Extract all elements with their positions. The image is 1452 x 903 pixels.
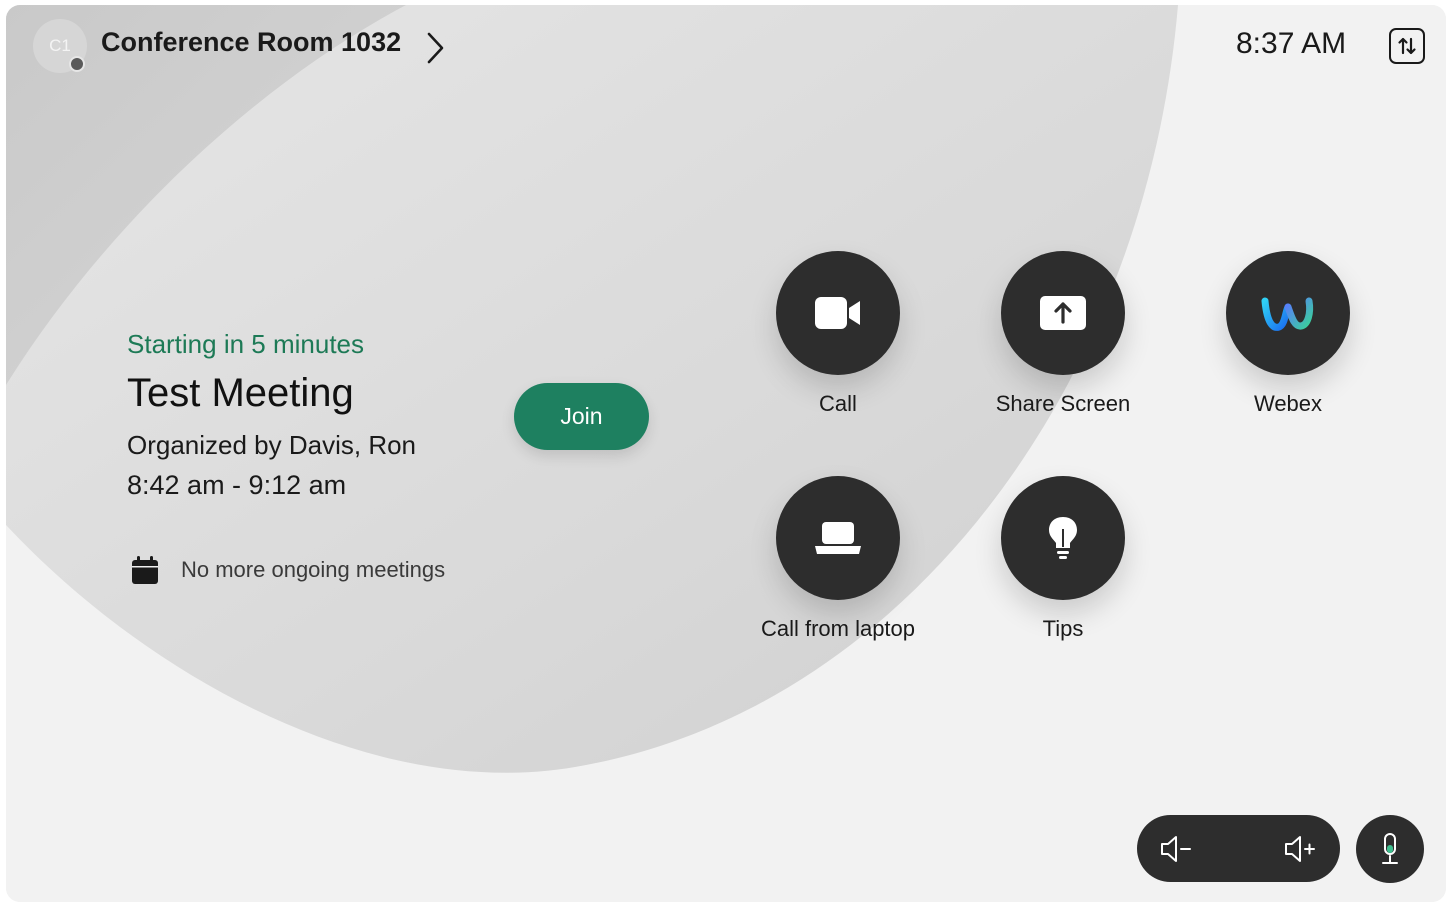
microphone-button[interactable] [1356, 815, 1424, 883]
calendar-icon [132, 556, 158, 584]
lightbulb-icon [1049, 517, 1077, 559]
avatar-initials: C1 [49, 36, 71, 55]
meeting-time-range: 8:42 am - 9:12 am [127, 470, 347, 500]
call-from-laptop-label: Call from laptop [760, 616, 916, 641]
join-button[interactable]: Join [514, 383, 649, 450]
microphone-icon [1382, 833, 1398, 864]
share-screen-tile[interactable]: Share Screen [943, 251, 1183, 417]
webex-tile[interactable]: Webex [1168, 251, 1408, 417]
room-name[interactable]: Conference Room 1032 [101, 27, 401, 58]
volume-down-icon[interactable] [1159, 834, 1193, 864]
laptop-icon [815, 522, 861, 554]
meeting-status: Starting in 5 minutes [127, 329, 365, 359]
tips-label: Tips [1042, 616, 1084, 641]
touch-panel-screen: C1 Conference Room 1032 8:37 AM Starting… [6, 5, 1446, 902]
control-panel-button[interactable] [1389, 28, 1425, 64]
volume-up-icon[interactable] [1283, 834, 1317, 864]
call-tile[interactable]: Call [718, 251, 958, 417]
webex-logo-icon [1261, 297, 1314, 331]
volume-control [1137, 815, 1340, 882]
webex-button[interactable] [1226, 251, 1350, 375]
sort-arrows-icon [1398, 37, 1416, 55]
call-from-laptop-tile[interactable]: Call from laptop [718, 476, 958, 642]
clock: 8:37 AM [1236, 27, 1347, 60]
call-button[interactable] [776, 251, 900, 375]
video-camera-icon [815, 297, 860, 329]
status-clock-badge [69, 56, 85, 72]
share-screen-button[interactable] [1001, 251, 1125, 375]
share-screen-label: Share Screen [995, 391, 1131, 416]
meeting-organizer: Organized by Davis, Ron [127, 430, 417, 460]
tips-tile[interactable]: Tips [943, 476, 1183, 642]
webex-label: Webex [1253, 391, 1323, 416]
share-screen-icon [1040, 296, 1086, 330]
no-more-meetings-text: No more ongoing meetings [181, 557, 446, 582]
tips-button[interactable] [1001, 476, 1125, 600]
call-label: Call [819, 391, 857, 416]
chevron-right-icon[interactable] [426, 31, 446, 65]
call-from-laptop-button[interactable] [776, 476, 900, 600]
meeting-title: Test Meeting [127, 371, 354, 415]
